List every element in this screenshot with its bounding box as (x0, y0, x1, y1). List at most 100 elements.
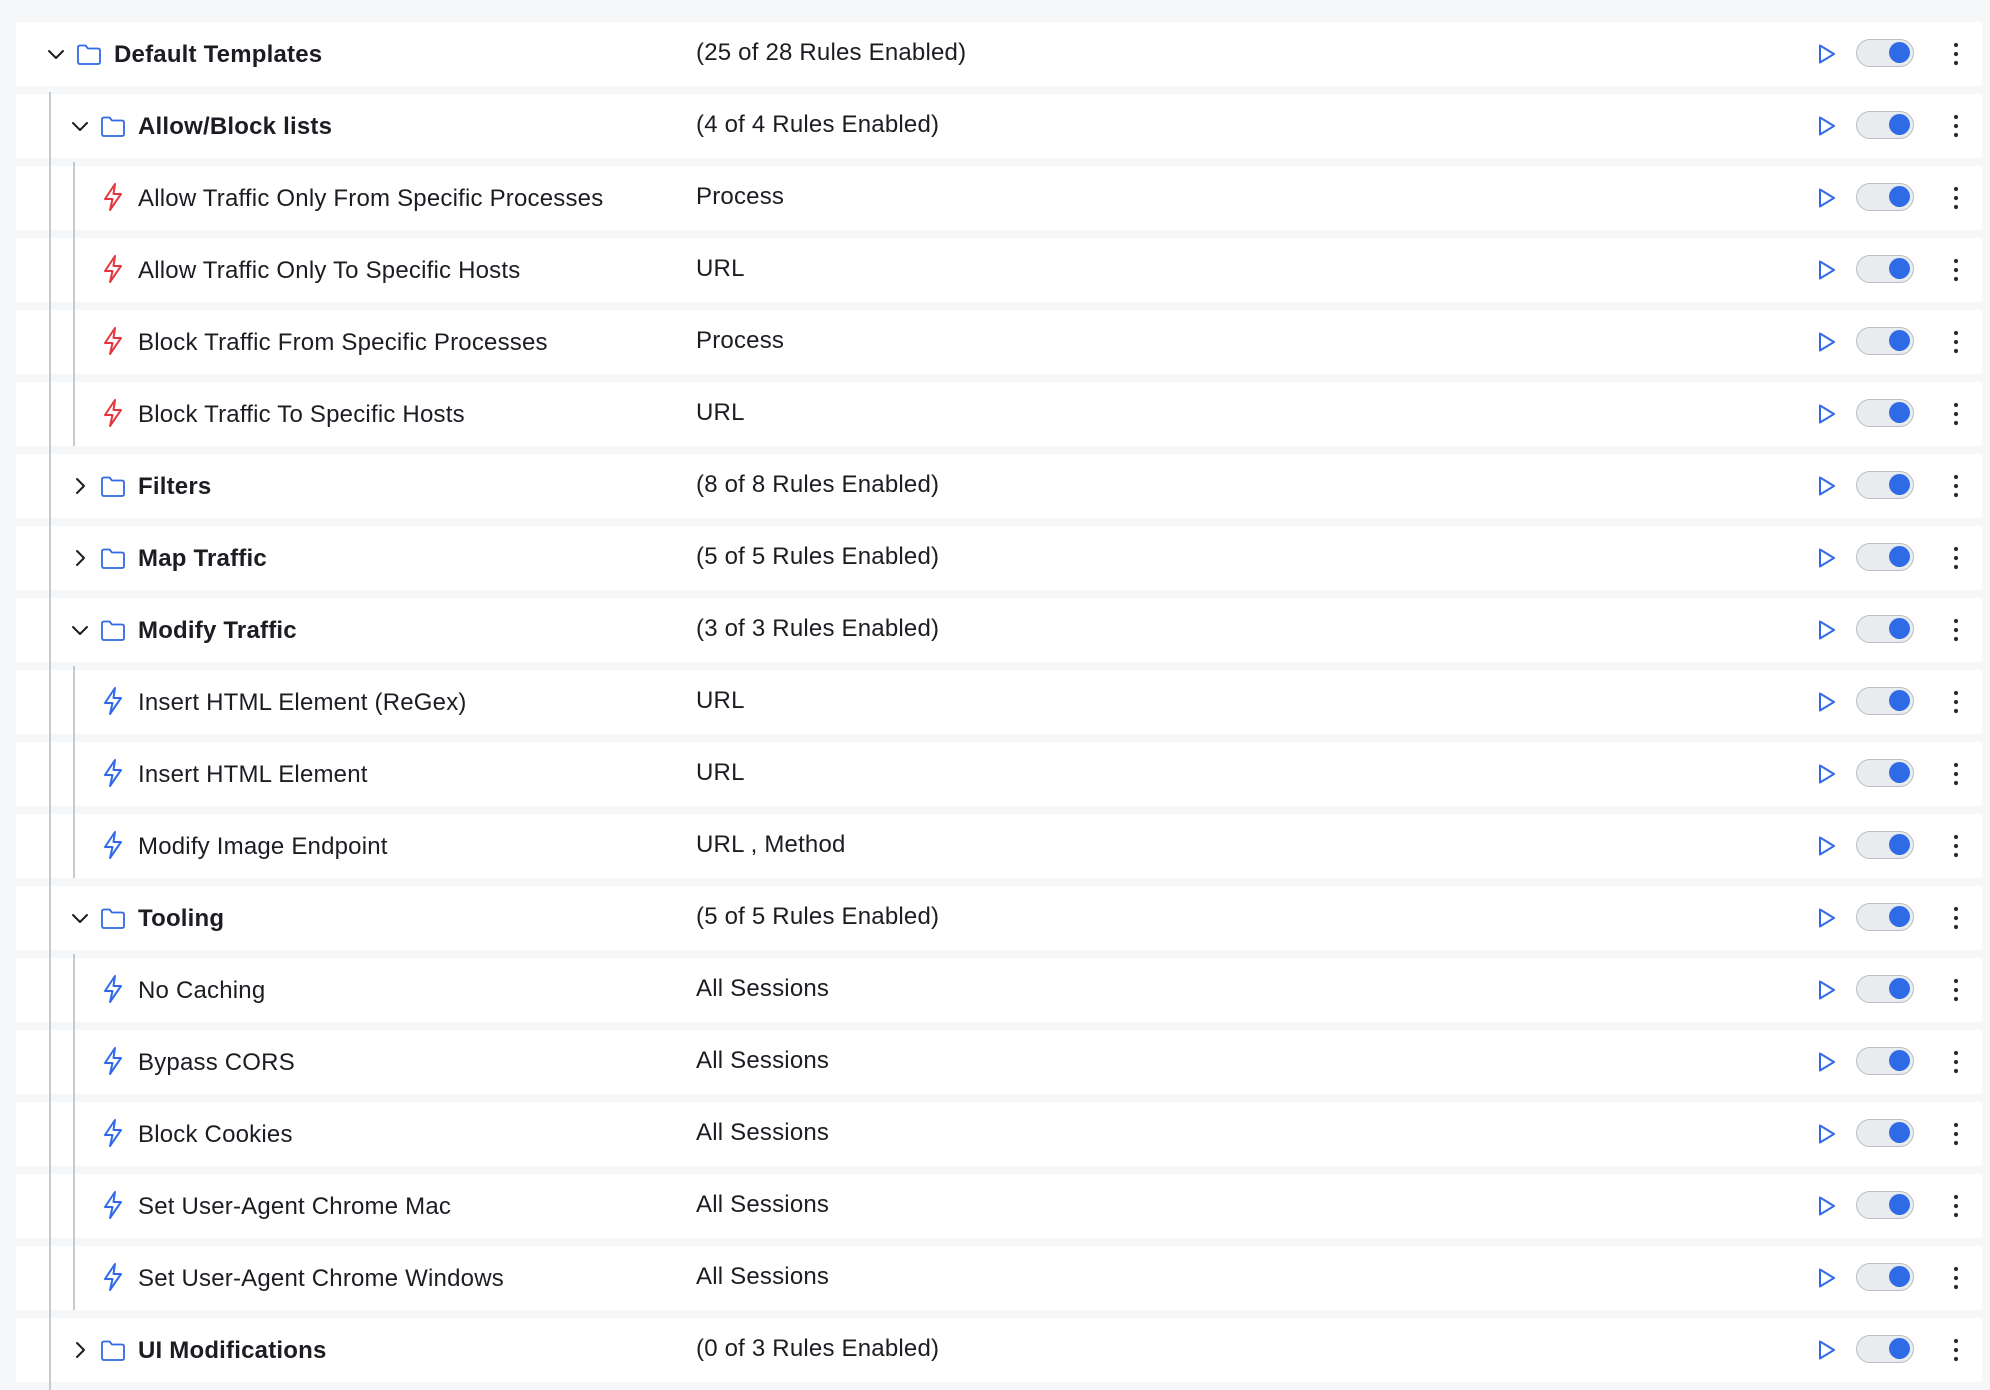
play-icon[interactable] (1814, 1122, 1838, 1146)
more-options-icon[interactable] (1950, 1192, 1962, 1220)
folder-icon (101, 908, 125, 929)
play-icon[interactable] (1814, 402, 1838, 426)
more-options-icon[interactable] (1950, 616, 1962, 644)
more-options-icon[interactable] (1950, 1264, 1962, 1292)
chevron-down-icon[interactable] (68, 618, 92, 642)
more-options-icon[interactable] (1950, 256, 1962, 284)
more-options-icon[interactable] (1950, 688, 1962, 716)
enable-toggle[interactable] (1856, 327, 1914, 355)
play-icon[interactable] (1814, 42, 1838, 66)
play-icon[interactable] (1814, 258, 1838, 282)
play-icon[interactable] (1814, 546, 1838, 570)
folder-row[interactable]: Filters (8 of 8 Rules Enabled) (16, 454, 1982, 518)
chevron-down-icon[interactable] (68, 906, 92, 930)
rule-row[interactable]: Modify Image Endpoint URL , Method (16, 814, 1982, 878)
more-options-icon[interactable] (1950, 400, 1962, 428)
enable-toggle[interactable] (1856, 1191, 1914, 1219)
play-icon[interactable] (1814, 690, 1838, 714)
toggle-knob (1889, 762, 1910, 783)
more-options-icon[interactable] (1950, 904, 1962, 932)
folder-icon (101, 620, 125, 641)
enable-toggle[interactable] (1856, 831, 1914, 859)
enable-toggle[interactable] (1856, 471, 1914, 499)
enable-toggle[interactable] (1856, 903, 1914, 931)
play-icon[interactable] (1814, 618, 1838, 642)
rules-enabled-count: (8 of 8 Rules Enabled) (696, 471, 940, 498)
rules-tree: Default Templates (25 of 28 Rules Enabled… (0, 0, 1990, 1390)
play-icon[interactable] (1814, 474, 1838, 498)
rule-row[interactable]: Block Traffic From Specific Processes Pro… (16, 310, 1982, 374)
play-icon[interactable] (1814, 978, 1838, 1002)
play-icon[interactable] (1814, 762, 1838, 786)
play-icon[interactable] (1814, 114, 1838, 138)
play-icon[interactable] (1814, 1194, 1838, 1218)
toggle-knob (1889, 402, 1910, 423)
rule-name: Set User-Agent Chrome Windows (138, 1265, 504, 1292)
chevron-right-icon[interactable] (68, 546, 92, 570)
play-icon[interactable] (1814, 1338, 1838, 1362)
more-options-icon[interactable] (1950, 760, 1962, 788)
play-icon[interactable] (1814, 186, 1838, 210)
enable-toggle[interactable] (1856, 255, 1914, 283)
chevron-right-icon[interactable] (68, 1338, 92, 1362)
folder-row[interactable]: UI Modifications (0 of 3 Rules Enabled) (16, 1318, 1982, 1382)
play-icon[interactable] (1814, 1266, 1838, 1290)
enable-toggle[interactable] (1856, 759, 1914, 787)
rule-row[interactable]: Allow Traffic Only From Specific Process… (16, 166, 1982, 230)
rule-name: Block Cookies (138, 1121, 293, 1148)
folder-row[interactable]: Modify Traffic (3 of 3 Rules Enabled) (16, 598, 1982, 662)
more-options-icon[interactable] (1950, 1336, 1962, 1364)
play-icon[interactable] (1814, 834, 1838, 858)
enable-toggle[interactable] (1856, 615, 1914, 643)
enable-toggle[interactable] (1856, 1335, 1914, 1363)
more-options-icon[interactable] (1950, 832, 1962, 860)
folder-name: UI Modifications (138, 1337, 327, 1364)
enable-toggle[interactable] (1856, 183, 1914, 211)
folder-row[interactable]: Default Templates (25 of 28 Rules Enabled… (16, 22, 1982, 86)
more-options-icon[interactable] (1950, 544, 1962, 572)
rule-row[interactable]: Allow Traffic Only To Specific Hosts URL (16, 238, 1982, 302)
rule-row[interactable]: No Caching All Sessions (16, 958, 1982, 1022)
rule-row[interactable]: Insert HTML Element URL (16, 742, 1982, 806)
enable-toggle[interactable] (1856, 399, 1914, 427)
more-options-icon[interactable] (1950, 472, 1962, 500)
bolt-icon (104, 1191, 122, 1219)
rule-row[interactable]: Insert HTML Element (ReGex) URL (16, 670, 1982, 734)
play-icon[interactable] (1814, 906, 1838, 930)
more-options-icon[interactable] (1950, 184, 1962, 212)
enable-toggle[interactable] (1856, 1047, 1914, 1075)
rule-row[interactable]: Block Traffic To Specific Hosts URL (16, 382, 1982, 446)
rule-row[interactable]: Bypass CORS All Sessions (16, 1030, 1982, 1094)
toggle-knob (1889, 1194, 1910, 1215)
enable-toggle[interactable] (1856, 687, 1914, 715)
rule-row[interactable]: Set User-Agent Chrome Windows All Session… (16, 1246, 1982, 1310)
enable-toggle[interactable] (1856, 39, 1914, 67)
more-options-icon[interactable] (1950, 1120, 1962, 1148)
tree-guide-line (73, 162, 75, 446)
more-options-icon[interactable] (1950, 1048, 1962, 1076)
toggle-knob (1889, 906, 1910, 927)
enable-toggle[interactable] (1856, 543, 1914, 571)
toggle-knob (1889, 474, 1910, 495)
rule-row[interactable]: Set User-Agent Chrome Mac All Sessions (16, 1174, 1982, 1238)
play-icon[interactable] (1814, 330, 1838, 354)
chevron-down-icon[interactable] (44, 42, 68, 66)
folder-row[interactable]: Allow/Block lists (4 of 4 Rules Enabled) (16, 94, 1982, 158)
folder-row[interactable]: Tooling (5 of 5 Rules Enabled) (16, 886, 1982, 950)
chevron-down-icon[interactable] (68, 114, 92, 138)
enable-toggle[interactable] (1856, 1119, 1914, 1147)
more-options-icon[interactable] (1950, 112, 1962, 140)
more-options-icon[interactable] (1950, 40, 1962, 68)
rule-name: Insert HTML Element (ReGex) (138, 689, 467, 716)
enable-toggle[interactable] (1856, 111, 1914, 139)
more-options-icon[interactable] (1950, 976, 1962, 1004)
folder-icon (101, 116, 125, 137)
play-icon[interactable] (1814, 1050, 1838, 1074)
chevron-right-icon[interactable] (68, 474, 92, 498)
folder-row[interactable]: Map Traffic (5 of 5 Rules Enabled) (16, 526, 1982, 590)
more-options-icon[interactable] (1950, 328, 1962, 356)
enable-toggle[interactable] (1856, 975, 1914, 1003)
rule-row[interactable]: Block Cookies All Sessions (16, 1102, 1982, 1166)
folder-name: Modify Traffic (138, 617, 297, 644)
enable-toggle[interactable] (1856, 1263, 1914, 1291)
